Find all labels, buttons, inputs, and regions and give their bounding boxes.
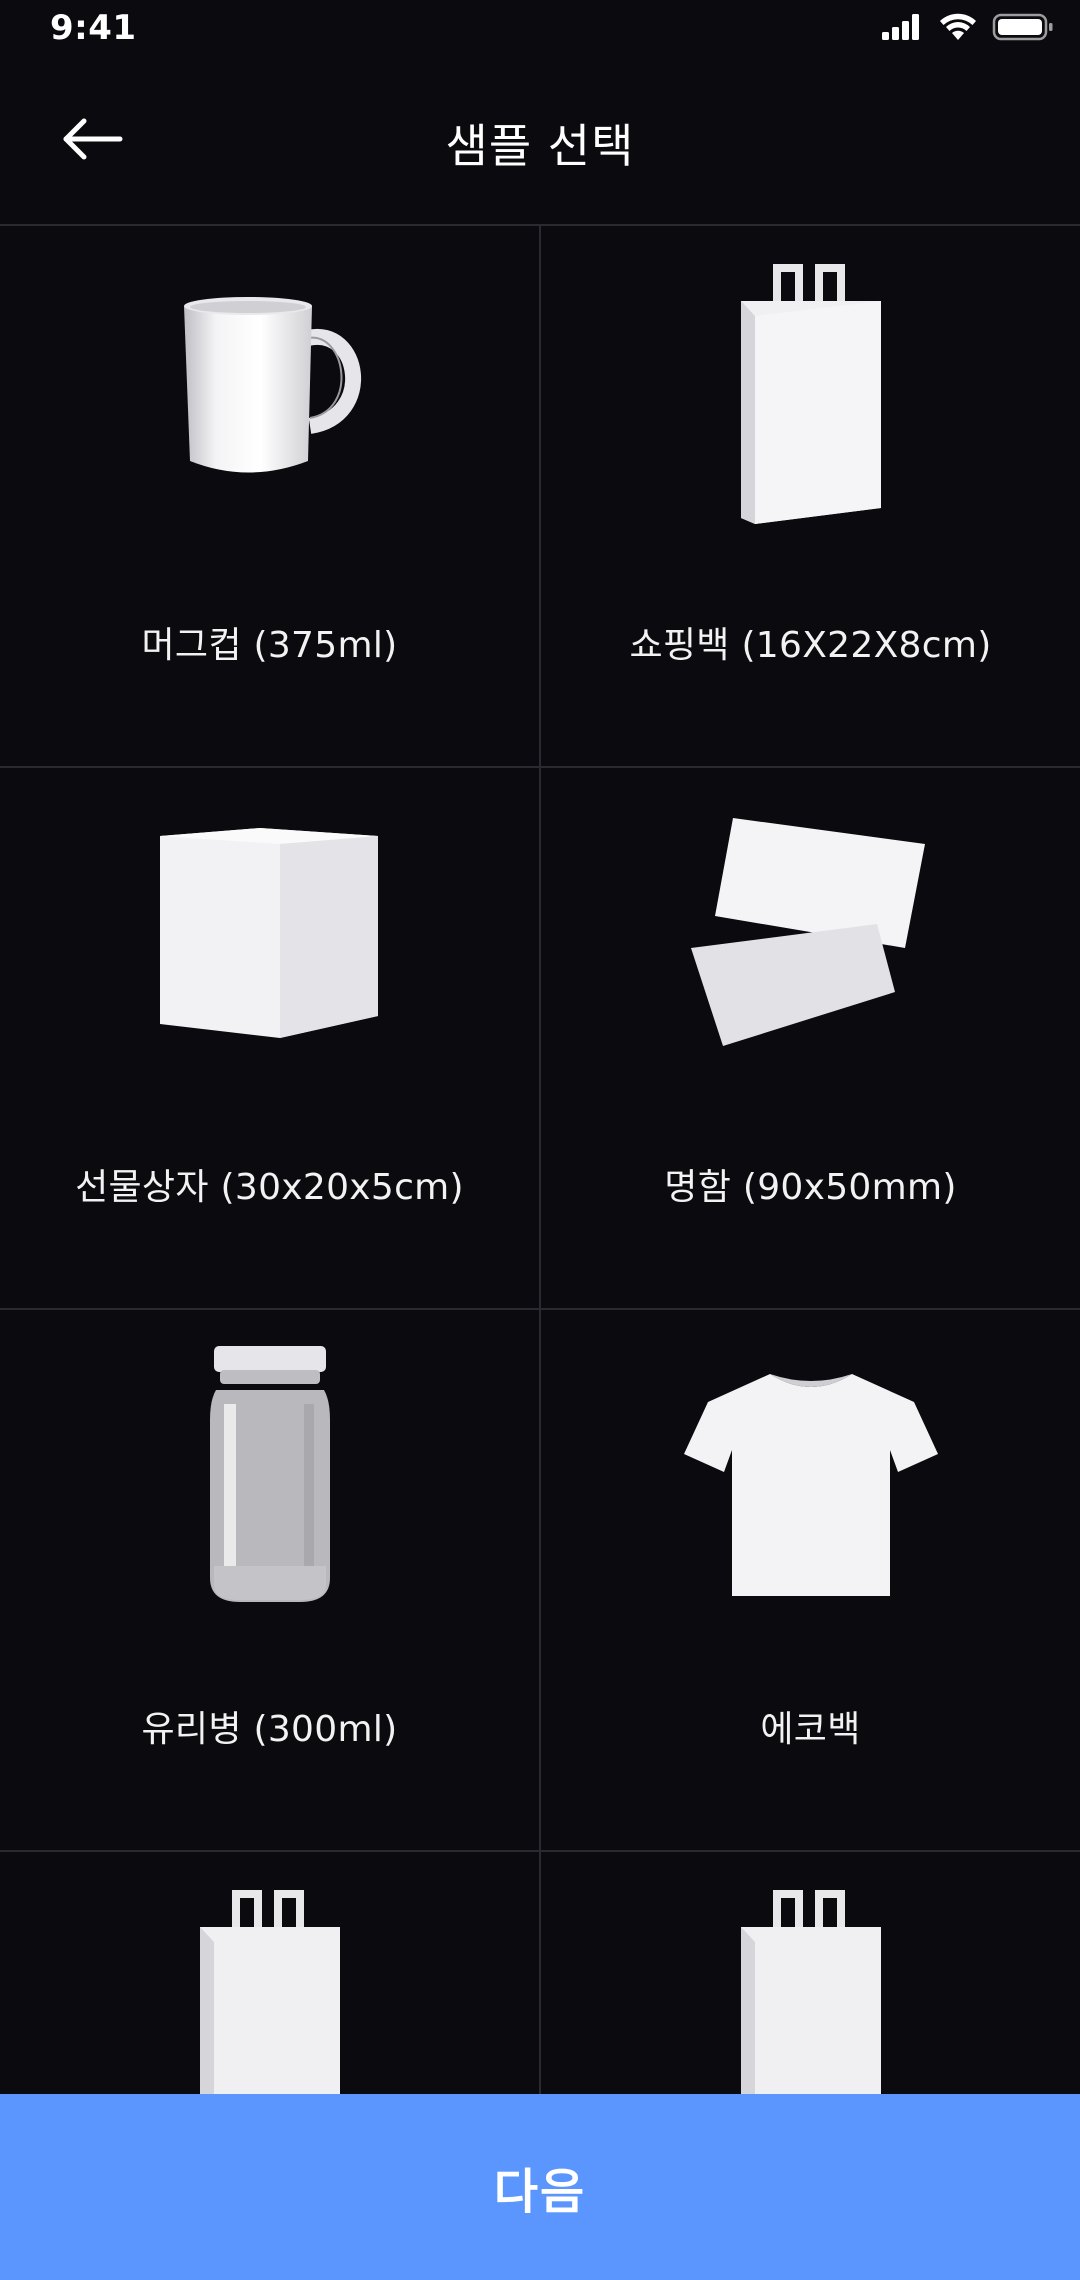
status-time: 9:41: [50, 8, 137, 48]
sample-label: 쇼핑백 (16X22X8cm): [629, 625, 992, 666]
sample-label: 선물상자 (30x20x5cm): [75, 1167, 464, 1208]
glass-jar-image: [0, 1346, 539, 1610]
cellular-signal-icon: [880, 12, 924, 46]
page-title: 샘플 선택: [445, 119, 635, 173]
sample-select-screen: 9:41 샘플 선택 머그컵 (375ml) 쇼핑백 (16X22X8cm) 선…: [0, 0, 1080, 2280]
tshirt-image: [541, 1350, 1080, 1610]
sample-item-eco-bag[interactable]: 에코백: [541, 1310, 1080, 1852]
sample-label: 유리병 (300ml): [141, 1709, 398, 1750]
battery-icon: [992, 12, 1054, 46]
sample-grid: 머그컵 (375ml) 쇼핑백 (16X22X8cm) 선물상자 (30x20x…: [0, 226, 1080, 2280]
sample-item-shopping-bag[interactable]: 쇼핑백 (16X22X8cm): [541, 226, 1080, 768]
gift-box-image: [0, 808, 539, 1068]
sample-item-gift-box[interactable]: 선물상자 (30x20x5cm): [0, 768, 541, 1310]
sample-item-glass-jar[interactable]: 유리병 (300ml): [0, 1310, 541, 1852]
status-icons: [880, 12, 1054, 46]
wifi-icon: [938, 12, 978, 46]
shopping-bag-image: [541, 264, 1080, 526]
sample-item-business-card[interactable]: 명함 (90x50mm): [541, 768, 1080, 1310]
sample-label: 에코백: [760, 1709, 861, 1750]
mug-image: [0, 266, 539, 526]
sample-item-mug[interactable]: 머그컵 (375ml): [0, 226, 541, 768]
sample-label: 명함 (90x50mm): [664, 1167, 957, 1208]
status-bar: 9:41: [0, 0, 1080, 62]
header: 샘플 선택: [0, 62, 1080, 226]
next-button[interactable]: 다음: [0, 2094, 1080, 2280]
sample-label: 머그컵 (375ml): [141, 625, 398, 666]
business-card-image: [541, 808, 1080, 1068]
